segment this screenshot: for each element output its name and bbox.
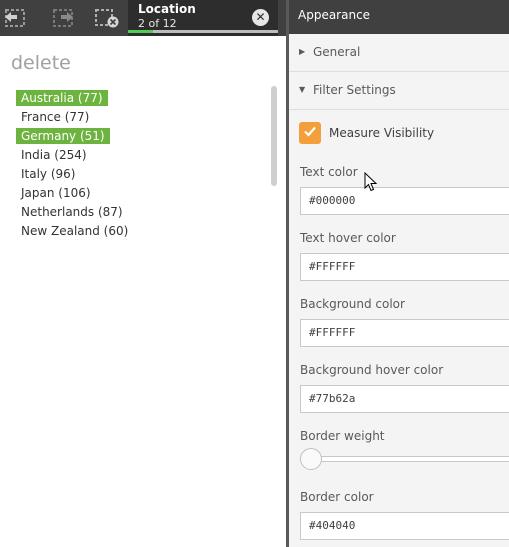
text-color-input[interactable]: #000000 — [300, 187, 509, 215]
list-item[interactable]: Netherlands (87) — [16, 202, 133, 221]
list-item-label: Netherlands (87) — [21, 204, 123, 219]
list-item-label: France (77) — [21, 109, 90, 124]
mouse-pointer-icon — [364, 171, 378, 196]
border-weight-slider-handle[interactable] — [300, 448, 322, 470]
properties-panel: Appearance ▶ General ▼ Filter Settings M… — [286, 0, 509, 547]
list-item[interactable]: Germany (51) — [16, 126, 133, 145]
checkmark-icon — [302, 123, 318, 143]
list-item-label: India (254) — [21, 147, 87, 162]
clear-all-selections-button[interactable] — [93, 5, 121, 31]
list-item-label: New Zealand (60) — [21, 223, 129, 238]
listbox-title: delete — [11, 52, 71, 74]
text-hover-color-label: Text hover color — [300, 231, 396, 245]
border-weight-label: Border weight — [300, 429, 385, 443]
background-color-label: Background color — [300, 297, 405, 311]
list-item-label: Japan (106) — [21, 185, 91, 200]
step-forward-icon — [51, 7, 75, 29]
list-item[interactable]: Japan (106) — [16, 183, 133, 202]
measure-visibility-label: Measure Visibility — [329, 126, 435, 140]
selection-progress-bar — [128, 30, 278, 33]
measure-visibility-checkbox[interactable] — [299, 122, 321, 144]
list-item-label: Italy (96) — [21, 166, 76, 181]
list-item[interactable]: India (254) — [16, 145, 133, 164]
chevron-right-icon: ▶ — [299, 47, 306, 56]
list-item[interactable]: New Zealand (60) — [16, 221, 133, 240]
background-color-input[interactable]: #FFFFFF — [300, 319, 509, 347]
selection-count: 2 of 12 — [138, 17, 177, 30]
border-weight-slider-track[interactable] — [313, 456, 509, 462]
list-item-label: Australia (77) — [16, 89, 108, 106]
selection-progress-fill — [128, 30, 153, 33]
chevron-down-icon: ▼ — [299, 85, 306, 94]
current-selection-chip[interactable]: Location 2 of 12 ✕ — [128, 0, 278, 36]
selection-toolbar: Location 2 of 12 ✕ — [0, 0, 286, 36]
list-item[interactable]: Italy (96) — [16, 164, 133, 183]
text-hover-color-input[interactable]: #FFFFFF — [300, 253, 509, 281]
measure-visibility-toggle[interactable]: Measure Visibility — [299, 121, 434, 145]
background-hover-color-label: Background hover color — [300, 363, 444, 377]
step-forward-button[interactable] — [49, 5, 77, 31]
list-item-label: Germany (51) — [16, 127, 110, 144]
section-filter-settings-label: Filter Settings — [313, 83, 396, 97]
panel-header: Appearance — [289, 0, 509, 34]
clear-all-selections-icon — [94, 7, 120, 29]
listbox-items: Australia (77) France (77) Germany (51) Ind… — [16, 88, 133, 240]
section-general-label: General — [313, 45, 361, 59]
clear-selection-icon[interactable]: ✕ — [252, 9, 269, 26]
filter-listbox-pane: Location 2 of 12 ✕ delete Australia (77)… — [0, 0, 286, 547]
text-color-label: Text color — [300, 165, 358, 179]
background-hover-color-input[interactable]: #77b62a — [300, 385, 509, 413]
list-item[interactable]: Australia (77) — [16, 88, 133, 107]
list-item[interactable]: France (77) — [16, 107, 133, 126]
selection-field-name: Location — [138, 2, 196, 16]
step-back-button[interactable] — [1, 5, 29, 31]
listbox-scrollbar[interactable] — [271, 86, 277, 186]
section-general[interactable]: ▶ General — [289, 34, 509, 72]
step-back-icon — [3, 7, 27, 29]
border-color-input[interactable]: #404040 — [300, 512, 509, 540]
section-filter-settings[interactable]: ▼ Filter Settings — [289, 72, 509, 110]
border-color-label: Border color — [300, 490, 374, 504]
